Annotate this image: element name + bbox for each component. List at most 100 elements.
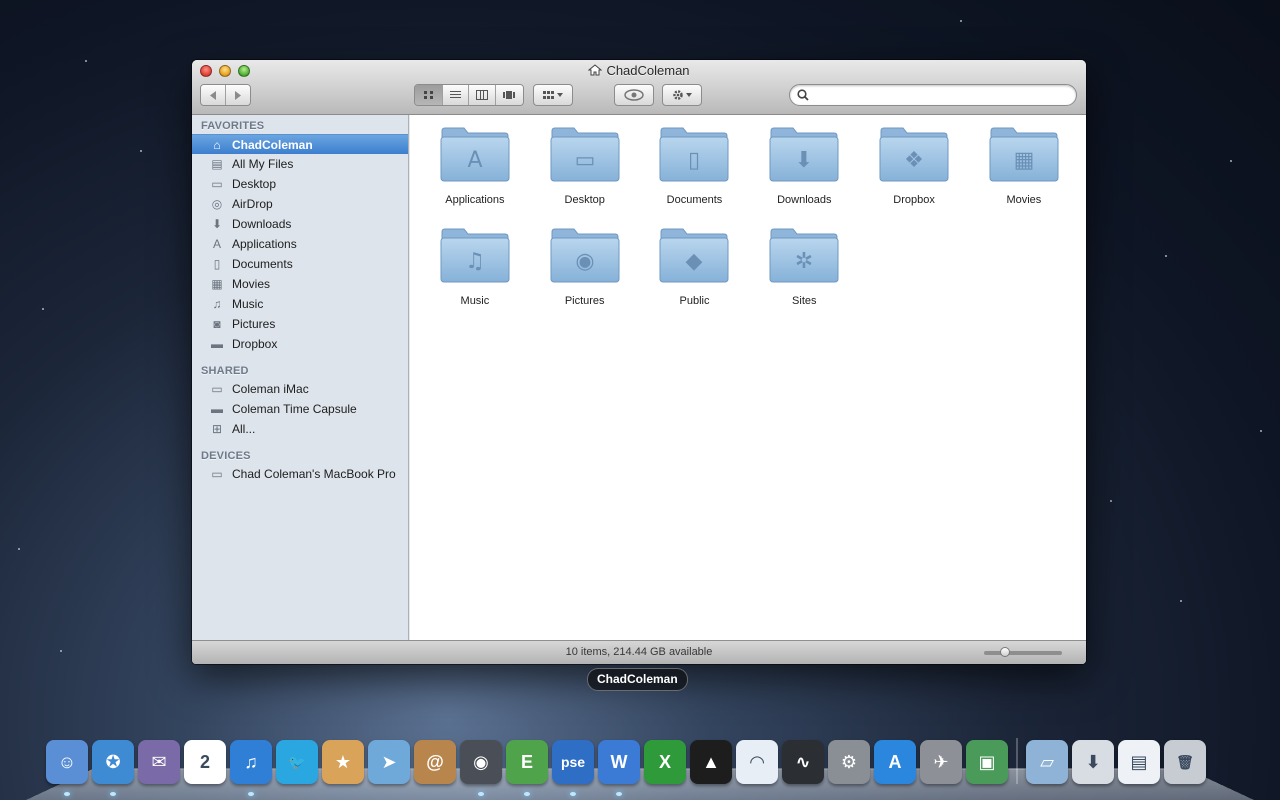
arrange-icon [543, 91, 563, 99]
itunes-dock-icon[interactable]: ♫ [230, 740, 272, 784]
folder-item-movies[interactable]: ▦ Movies [969, 125, 1079, 206]
documents-icon: ▯ [213, 257, 221, 271]
mail-stamp-dock-icon[interactable]: ✉ [138, 740, 180, 784]
folder-icon: ▦ [989, 127, 1059, 182]
sidebar-item-pictures[interactable]: ◙ Pictures [192, 314, 408, 334]
folder-label: Public [679, 295, 710, 307]
sidebar-item-music[interactable]: ♫ Music [192, 294, 408, 314]
sidebar-item-chadcoleman[interactable]: ⌂ ChadColeman [192, 134, 408, 154]
gear-icon [673, 90, 692, 100]
sidebar-item-macbook-pro[interactable]: ▭ Chad Coleman's MacBook Pro [192, 464, 408, 484]
folder-icon: ◆ [659, 228, 729, 283]
downloads-stack-dock-icon[interactable]: ⬇ [1072, 740, 1114, 784]
folder-icon: ❖ [879, 127, 949, 182]
preview-dock-icon[interactable]: ▣ [966, 740, 1008, 784]
excel-dock-icon[interactable]: X [644, 740, 686, 784]
column-view-button[interactable] [469, 85, 496, 105]
folder-icon: ✲ [769, 228, 839, 283]
sidebar-section-header: SHARED [201, 365, 249, 377]
folder-item-dropbox[interactable]: ❖ Dropbox [859, 125, 969, 206]
word-dock-icon[interactable]: W [598, 740, 640, 784]
sidebar-item-dropbox[interactable]: ▬ Dropbox [192, 334, 408, 354]
dock: ☺ ✪ ✉ 2 ♫ 🐦 ★ ➤ @ ◉ Epse W X ▲ ◠ ∿ ⚙ A ✈ ▣ ▱ ⬇ ▤ 🗑 [46, 738, 1206, 784]
folder-icon: ⬇ [769, 127, 839, 182]
calendar-dock-icon[interactable]: 2 [184, 740, 226, 784]
running-indicator [616, 792, 622, 796]
running-indicator [524, 792, 530, 796]
send-dock-icon[interactable]: ➤ [368, 740, 410, 784]
svg-text:◆: ◆ [686, 249, 703, 274]
window-title: ChadColeman [192, 63, 1086, 78]
airplay-dock-icon[interactable]: ▲ [690, 740, 732, 784]
folder-icon: ◉ [550, 228, 620, 283]
twitter-dock-icon[interactable]: 🐦 [276, 740, 318, 784]
icon-view-button[interactable] [415, 85, 443, 105]
launchpad-dock-icon[interactable]: ✈ [920, 740, 962, 784]
activity-monitor-dock-icon[interactable]: ∿ [782, 740, 824, 784]
quick-look-button[interactable] [614, 84, 654, 106]
file-browser-content: A Applications ▭ Desktop ▯ Documents ⬇ Download… [410, 115, 1086, 640]
finder-window: ChadColeman FAVORITES ⌂ ChadColeman ▤ All … [192, 60, 1086, 664]
sidebar-item-airdrop[interactable]: ◎ AirDrop [192, 194, 408, 214]
applications-stack-dock-icon[interactable]: ▱ [1026, 740, 1068, 784]
finder-dock-icon[interactable]: ☺ [46, 740, 88, 784]
folder-item-sites[interactable]: ✲ Sites [749, 226, 859, 307]
sidebar-item-desktop[interactable]: ▭ Desktop [192, 174, 408, 194]
folder-icon: ▬ [211, 337, 223, 351]
folder-item-public[interactable]: ◆ Public [640, 226, 750, 307]
sidebar-item-applications[interactable]: A Applications [192, 234, 408, 254]
back-button[interactable] [201, 85, 226, 105]
safari-dock-icon[interactable]: ✪ [92, 740, 134, 784]
sidebar-section-header: FAVORITES [201, 120, 265, 132]
svg-text:A: A [467, 148, 482, 173]
columns-icon [475, 90, 488, 100]
photoshop-elements-dock-icon[interactable]: pse [552, 740, 594, 784]
folder-icon: A [440, 127, 510, 182]
folder-item-pictures[interactable]: ◉ Pictures [530, 226, 640, 307]
downloads-icon: ⬇ [211, 217, 223, 231]
window-toolbar: ChadColeman [192, 60, 1086, 115]
sidebar-item-all-my-files[interactable]: ▤ All My Files [192, 154, 408, 174]
desktop-icon: ▭ [211, 177, 223, 191]
folder-item-music[interactable]: ♫ Music [420, 226, 530, 307]
arrange-button[interactable] [533, 84, 573, 106]
coverflow-icon [503, 91, 516, 99]
folder-icon: ▯ [659, 127, 729, 182]
slider-thumb[interactable] [1000, 647, 1010, 657]
sidebar-item-movies[interactable]: ▦ Movies [192, 274, 408, 294]
list-view-button[interactable] [442, 85, 470, 105]
folder-item-applications[interactable]: A Applications [420, 125, 530, 206]
folder-label: Sites [792, 295, 817, 307]
search-icon [797, 89, 809, 101]
facetime-dock-icon[interactable]: ◉ [460, 740, 502, 784]
dock-tooltip: ChadColeman [587, 668, 688, 691]
search-field[interactable] [789, 84, 1077, 106]
package-dock-icon[interactable]: ★ [322, 740, 364, 784]
wifi-dock-icon[interactable]: ◠ [736, 740, 778, 784]
icon-size-slider[interactable] [984, 647, 1062, 657]
system-preferences-dock-icon[interactable]: ⚙ [828, 740, 870, 784]
svg-text:▦: ▦ [1013, 148, 1034, 173]
evernote-dock-icon[interactable]: E [506, 740, 548, 784]
coverflow-view-button[interactable] [495, 85, 523, 105]
all-files-icon: ▤ [211, 157, 223, 171]
dock-separator [1016, 738, 1018, 784]
folder-label: Applications [445, 194, 505, 206]
svg-text:◉: ◉ [575, 249, 594, 274]
sidebar-item-downloads[interactable]: ⬇ Downloads [192, 214, 408, 234]
sidebar-item-all-shared[interactable]: ⊞ All... [192, 419, 408, 439]
address-book-dock-icon[interactable]: @ [414, 740, 456, 784]
trash-dock-icon[interactable]: 🗑 [1164, 740, 1206, 784]
list-icon [449, 91, 461, 98]
documents-stack-dock-icon[interactable]: ▤ [1118, 740, 1160, 784]
folder-label: Downloads [777, 194, 832, 206]
action-menu-button[interactable] [662, 84, 702, 106]
sidebar-item-documents[interactable]: ▯ Documents [192, 254, 408, 274]
forward-button[interactable] [226, 85, 250, 105]
folder-item-downloads[interactable]: ⬇ Downloads [749, 125, 859, 206]
app-store-dock-icon[interactable]: A [874, 740, 916, 784]
sidebar-item-time-capsule[interactable]: ▬ Coleman Time Capsule [192, 399, 408, 419]
folder-item-documents[interactable]: ▯ Documents [640, 125, 750, 206]
sidebar-item-coleman-imac[interactable]: ▭ Coleman iMac [192, 379, 408, 399]
folder-item-desktop[interactable]: ▭ Desktop [530, 125, 640, 206]
